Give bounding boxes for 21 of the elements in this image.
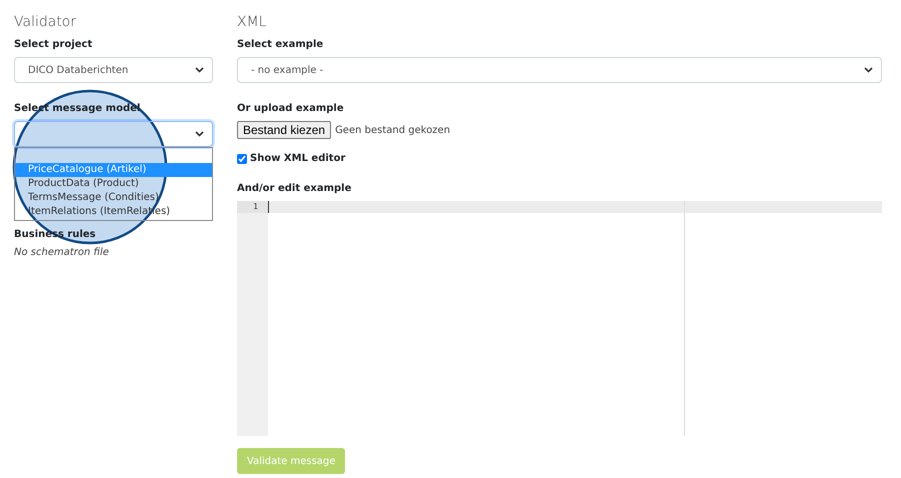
section-title: XML bbox=[237, 13, 268, 32]
schematron-status: No schematron file bbox=[14, 247, 110, 258]
dropdown-option[interactable]: ProductData (Product) bbox=[15, 177, 212, 191]
xml-editor[interactable]: 1 bbox=[237, 201, 882, 436]
example-select[interactable]: - no example - bbox=[237, 57, 882, 83]
field-label: Select project bbox=[14, 38, 94, 51]
chevron-down-icon bbox=[195, 131, 204, 137]
show-editor-checkbox[interactable] bbox=[237, 154, 247, 164]
section-title: Validator bbox=[14, 13, 78, 32]
dropdown-option[interactable]: TermsMessage (Condities) bbox=[15, 191, 212, 205]
checkbox-label: Show XML editor bbox=[250, 153, 346, 164]
field-label: And/or edit example bbox=[237, 182, 352, 195]
field-label: Or upload example bbox=[237, 102, 345, 115]
chevron-down-icon bbox=[864, 67, 873, 73]
file-status: Geen bestand gekozen bbox=[335, 124, 450, 136]
choose-file-button[interactable]: Bestand kiezen bbox=[237, 121, 332, 139]
field-label: Select example bbox=[237, 38, 324, 51]
chevron-down-icon bbox=[195, 67, 204, 73]
line-number: 1 bbox=[237, 201, 268, 213]
message-model-select[interactable] bbox=[14, 121, 213, 147]
project-select[interactable]: DICO Databerichten bbox=[14, 57, 213, 83]
